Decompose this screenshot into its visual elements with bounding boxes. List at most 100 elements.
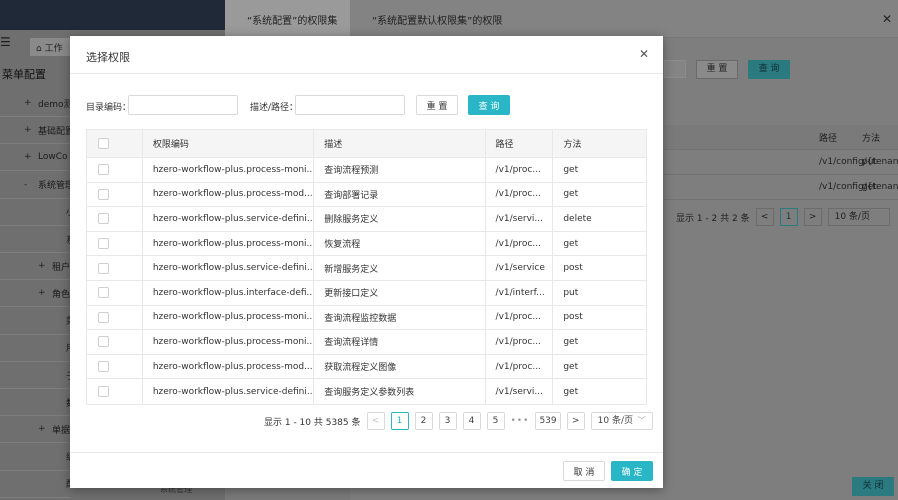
row-checkbox[interactable] xyxy=(98,361,109,373)
default-permission-query-button[interactable]: 查 询 xyxy=(748,60,790,79)
next-page-button[interactable]: > xyxy=(803,208,822,226)
description-cell: 获取流程定义图像 xyxy=(314,354,486,379)
path-cell: /v1/proc... xyxy=(486,354,554,379)
workbench-tab[interactable]: ⌂ 工作 xyxy=(30,38,70,56)
prev-page-button[interactable]: < xyxy=(755,208,774,226)
table-cell: get xyxy=(862,182,877,192)
code-input[interactable] xyxy=(128,95,238,115)
row-checkbox-cell[interactable] xyxy=(87,330,143,354)
table-row[interactable]: hzero-workflow-plus.process-moni... 查询流程预… xyxy=(87,158,646,183)
table-row[interactable]: hzero-workflow-plus.process-mod... 查询部署记录… xyxy=(87,182,646,208)
row-checkbox[interactable] xyxy=(98,164,109,176)
row-checkbox-cell[interactable] xyxy=(87,158,143,182)
reset-button[interactable]: 重 置 xyxy=(416,95,458,115)
permission-code-cell: hzero-workflow-plus.interface-defi... xyxy=(143,280,315,305)
permission-code-cell: hzero-workflow-plus.service-defini... xyxy=(143,256,315,280)
expand-icon[interactable]: + xyxy=(38,288,48,298)
tree-item[interactable]: + 基础配置 xyxy=(24,117,74,143)
permission-set-header: “系统配置”的权限集 xyxy=(225,0,350,38)
expand-icon[interactable]: + xyxy=(38,424,48,434)
page-size-select[interactable]: 10 条/页 xyxy=(827,208,890,226)
expand-icon[interactable]: + xyxy=(38,261,48,271)
desc-path-input[interactable] xyxy=(295,95,405,115)
row-checkbox[interactable] xyxy=(98,386,109,398)
tree-item[interactable]: + LowCo xyxy=(24,144,68,170)
row-checkbox[interactable] xyxy=(98,287,109,299)
pagination-ellipsis[interactable]: ••• xyxy=(511,416,530,426)
row-checkbox[interactable] xyxy=(98,311,109,323)
table-row[interactable]: hzero-workflow-plus.service-defini... 查询服… xyxy=(87,379,646,404)
next-page-button[interactable]: > xyxy=(566,412,585,430)
row-checkbox-cell[interactable] xyxy=(87,305,143,330)
table-header-row: 权限编码 描述 路径 方法 xyxy=(87,130,646,158)
page-button-2[interactable]: 2 xyxy=(414,412,433,430)
row-checkbox[interactable] xyxy=(98,213,109,225)
row-checkbox[interactable] xyxy=(98,188,109,200)
modal-footer: 取 消 确 定 xyxy=(70,452,663,488)
select-all-checkbox[interactable] xyxy=(98,138,109,149)
row-checkbox-cell[interactable] xyxy=(87,231,143,256)
row-checkbox[interactable] xyxy=(98,336,109,348)
default-permission-search-input[interactable] xyxy=(664,60,686,78)
page-button[interactable]: 1 xyxy=(779,208,798,226)
pagination-total: 显示 1 - 2 共 2 条 xyxy=(676,213,750,224)
page-button-5[interactable]: 5 xyxy=(486,412,505,430)
method-cell: get xyxy=(563,386,579,397)
tree-item-label: 角色 xyxy=(52,289,71,300)
row-checkbox[interactable] xyxy=(98,262,109,274)
prev-page-button[interactable]: < xyxy=(366,412,385,430)
tree-item[interactable]: + 角色 xyxy=(38,280,70,306)
table-row[interactable]: hzero-workflow-plus.process-moni... 恢复流程 /… xyxy=(87,231,646,257)
row-checkbox-cell[interactable] xyxy=(87,256,143,280)
page-button-3[interactable]: 3 xyxy=(438,412,457,430)
tree-item-label: 基础配置 xyxy=(38,126,75,137)
chevron-down-icon: ﹀ xyxy=(637,416,646,425)
row-checkbox-cell[interactable] xyxy=(87,182,143,207)
path-cell: /v1/proc... xyxy=(486,330,554,354)
pagination-total: 显示 1 - 10 共 5385 条 xyxy=(264,417,361,428)
permission-code-cell: hzero-workflow-plus.process-moni... xyxy=(143,231,315,256)
cancel-button[interactable]: 取 消 xyxy=(563,461,605,481)
collapse-icon[interactable]: - xyxy=(24,180,34,190)
page-button-4[interactable]: 4 xyxy=(462,412,481,430)
page-button-1[interactable]: 1 xyxy=(390,412,409,430)
page-size-select[interactable]: 10 条/页 ﹀ xyxy=(590,412,653,430)
modal-close-icon[interactable]: ✕ xyxy=(639,47,649,61)
expand-icon[interactable]: + xyxy=(24,125,34,135)
default-permission-header: “系统配置默认权限集”的权限 ✕ xyxy=(350,0,898,38)
query-button[interactable]: 查 询 xyxy=(468,95,510,115)
row-checkbox-cell[interactable] xyxy=(87,354,143,379)
method-cell: post xyxy=(563,263,583,274)
permission-code-cell: hzero-workflow-plus.process-mod... xyxy=(143,182,315,207)
table-row[interactable]: hzero-workflow-plus.process-moni... 查询流程监… xyxy=(87,305,646,331)
table-row[interactable]: hzero-workflow-plus.process-moni... 查询流程详… xyxy=(87,330,646,355)
tree-item[interactable]: + 单据 xyxy=(38,416,70,442)
tree-item[interactable]: + 租户 xyxy=(38,253,70,279)
confirm-button[interactable]: 确 定 xyxy=(611,461,653,481)
expand-icon[interactable]: + xyxy=(24,98,34,108)
table-row[interactable]: hzero-workflow-plus.service-defini... 删除服… xyxy=(87,207,646,232)
close-icon[interactable]: ✕ xyxy=(882,12,892,26)
modal-title: 选择权限 xyxy=(86,51,130,64)
close-button[interactable]: 关 闭 xyxy=(852,477,894,496)
table-row[interactable]: hzero-workflow-plus.process-mod... 获取流程定义… xyxy=(87,354,646,380)
table-row[interactable]: /v1/config/{tenant... put xyxy=(664,150,898,175)
page-size-label: 10 条/页 xyxy=(597,416,633,426)
table-row[interactable]: hzero-workflow-plus.service-defini... 新增服… xyxy=(87,256,646,281)
default-permission-reset-button[interactable]: 重 置 xyxy=(696,60,738,79)
tree-item-label: 系统管理 xyxy=(38,181,75,192)
table-row[interactable]: hzero-workflow-plus.interface-defi... 更新接… xyxy=(87,280,646,306)
tree-item[interactable]: + demo测 xyxy=(24,90,73,116)
row-checkbox-cell[interactable] xyxy=(87,379,143,404)
menu-toggle-icon[interactable]: ☰ xyxy=(0,35,11,49)
table-row[interactable]: /v1/config/{tenant... get xyxy=(664,175,898,200)
row-checkbox-cell[interactable] xyxy=(87,207,143,231)
tree-item[interactable]: - 系统管理 xyxy=(24,172,74,198)
select-all-cell[interactable] xyxy=(87,130,143,157)
row-checkbox[interactable] xyxy=(98,238,109,250)
expand-icon[interactable]: + xyxy=(24,152,34,162)
tree-item-label: demo测 xyxy=(38,99,73,110)
permission-code-cell: hzero-workflow-plus.service-defini... xyxy=(143,379,315,404)
row-checkbox-cell[interactable] xyxy=(87,280,143,305)
page-button-last[interactable]: 539 xyxy=(535,412,561,430)
